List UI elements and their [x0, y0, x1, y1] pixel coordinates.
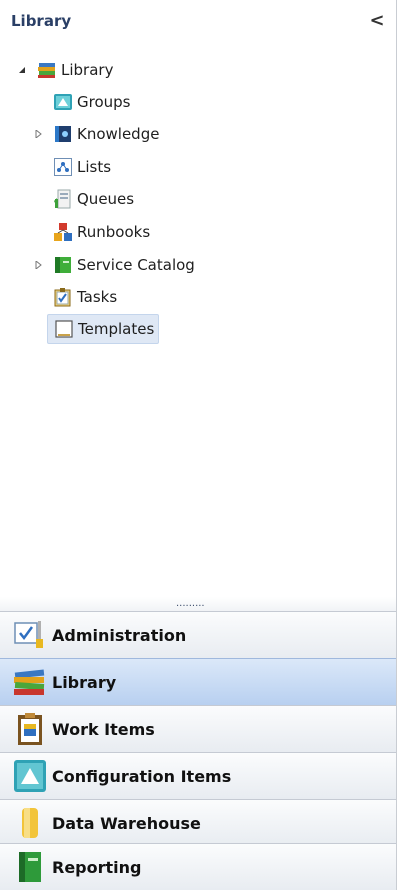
pane-splitter[interactable]: ......... [0, 597, 396, 611]
splitter-grip[interactable]: ......... [176, 599, 205, 609]
wunderbar-data-warehouse[interactable]: Data Warehouse [0, 799, 396, 846]
tree-node-groups[interactable]: Groups [33, 88, 130, 116]
wunderbar-library[interactable]: Library [0, 658, 396, 705]
tree-node-tasks[interactable]: Tasks [33, 283, 117, 311]
work-items-icon [12, 711, 48, 747]
wunderbar-label: Configuration Items [52, 766, 232, 786]
tree-node-label: Runbooks [77, 223, 151, 241]
wunderbar-reporting[interactable]: Reporting [0, 843, 396, 890]
tree-node-label: Templates [78, 320, 155, 338]
wunderbar-administration[interactable]: Administration [0, 611, 396, 658]
library-books-icon [12, 664, 48, 700]
tree-node-lists[interactable]: Lists [33, 153, 111, 181]
runbooks-icon [53, 222, 73, 242]
tree-node-service-catalog[interactable]: Service Catalog [33, 251, 195, 279]
reporting-icon [12, 849, 48, 885]
knowledge-icon [53, 124, 73, 144]
tree-node-library[interactable]: Library [17, 56, 113, 84]
administration-icon [12, 617, 48, 653]
wunderbar-label: Work Items [52, 719, 155, 739]
data-warehouse-icon [12, 805, 48, 841]
pane-title: Library [11, 12, 72, 30]
tree-node-label: Knowledge [77, 125, 160, 143]
wunderbar-label: Administration [52, 625, 187, 645]
tree-node-label: Lists [77, 158, 112, 176]
expanded-triangle-icon[interactable] [17, 65, 27, 75]
collapse-pane-button[interactable]: < [368, 10, 386, 32]
queues-icon [53, 189, 73, 209]
collapsed-triangle-icon[interactable] [33, 260, 43, 270]
groups-icon [53, 92, 73, 112]
templates-icon [54, 319, 74, 339]
wunderbar-work-items[interactable]: Work Items [0, 705, 396, 752]
service-catalog-icon [53, 255, 73, 275]
lists-icon [53, 157, 73, 177]
tree-node-templates[interactable]: Templates [47, 314, 160, 344]
wunderbar-label: Library [52, 672, 117, 692]
tree-node-runbooks[interactable]: Runbooks [33, 218, 150, 246]
tasks-icon [53, 287, 73, 307]
tree-node-label: Library [61, 61, 114, 79]
tree-node-label: Service Catalog [77, 256, 195, 274]
tree-node-queues[interactable]: Queues [33, 185, 134, 213]
tree-node-label: Tasks [77, 288, 118, 306]
wunderbar-label: Reporting [52, 857, 142, 877]
configuration-items-icon [12, 758, 48, 794]
tree-node-knowledge[interactable]: Knowledge [33, 120, 159, 148]
wunderbar-label: Data Warehouse [52, 813, 201, 833]
wunderbar-configuration-items[interactable]: Configuration Items [0, 752, 396, 799]
tree-node-label: Queues [77, 190, 135, 208]
pane-header: Library < [0, 0, 396, 46]
navigation-pane: Library < Library Groups Knowledge Lists… [0, 0, 397, 890]
books-icon [37, 60, 57, 80]
collapsed-triangle-icon[interactable] [33, 129, 43, 139]
tree-node-label: Groups [77, 93, 131, 111]
